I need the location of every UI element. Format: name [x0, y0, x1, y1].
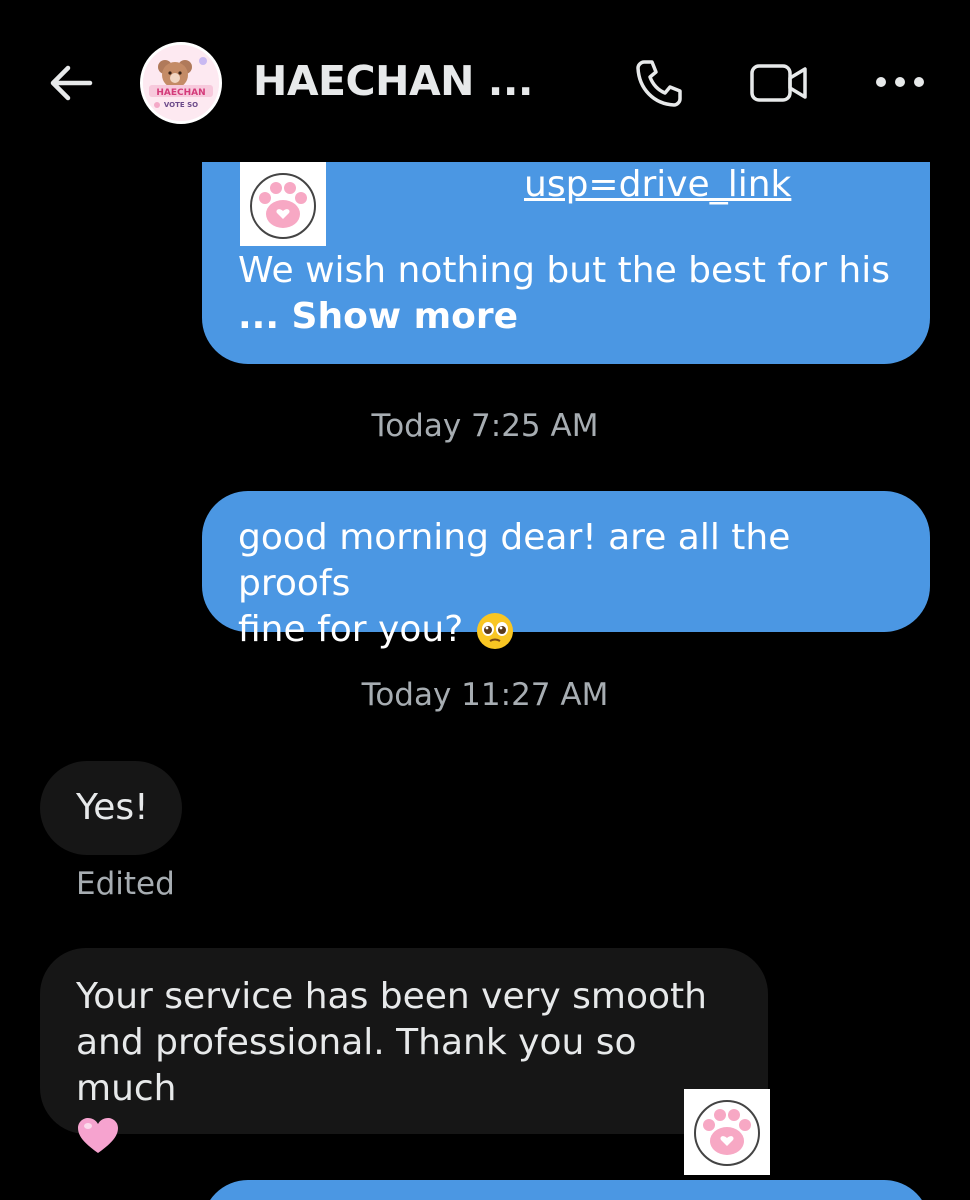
avatar[interactable]: HAECHAN VOTE SO [140, 42, 222, 124]
message-text: Yes! [76, 787, 149, 828]
svg-text:HAECHAN: HAECHAN [156, 88, 205, 98]
timestamp: Today 7:25 AM [371, 408, 599, 444]
show-more-link[interactable]: ... Show more [238, 294, 518, 340]
timestamp: Today 11:27 AM [361, 677, 609, 713]
message-text-line-2: fine for you? [238, 607, 894, 653]
phone-icon [636, 60, 682, 107]
back-arrow-icon [50, 65, 93, 101]
paw-icon [694, 1100, 760, 1166]
received-message-bubble[interactable]: Yes! [40, 761, 182, 855]
paw-icon [250, 173, 316, 239]
pleading-face-emoji-icon [476, 613, 513, 649]
sent-message-bubble[interactable]: good morning dear! are all the proofs fi… [202, 491, 930, 650]
paw-sticker [240, 162, 326, 246]
drive-link[interactable]: usp=drive_link [524, 162, 791, 208]
bear-avatar-icon: HAECHAN VOTE SO [143, 45, 219, 121]
emoji-line [76, 1112, 732, 1158]
message-text: We wish nothing but the best for his [238, 250, 891, 291]
more-options-button[interactable] [872, 64, 928, 100]
edited-label: Edited [76, 866, 175, 902]
message-text-line: Your service has been very smooth [76, 976, 707, 1017]
svg-text:VOTE SO: VOTE SO [164, 101, 198, 109]
sent-message-bubble[interactable] [202, 1180, 930, 1200]
more-dots-icon [876, 77, 924, 87]
message-text-line-2: and professional. Thank you so much [76, 1022, 637, 1109]
message-text-line: good morning dear! are all the proofs [238, 517, 791, 604]
conversation-title[interactable]: HAECHAN ... [253, 57, 534, 105]
video-call-button[interactable] [748, 58, 810, 108]
received-message-bubble[interactable]: Your service has been very smooth and pr… [40, 948, 768, 1153]
message-text: fine for you? [238, 609, 464, 650]
conversation-header: HAECHAN VOTE SO HAECHAN ... [0, 0, 970, 162]
voice-call-button[interactable] [632, 56, 686, 110]
paw-sticker [684, 1089, 770, 1175]
back-button[interactable] [46, 58, 96, 108]
video-camera-icon [750, 64, 807, 102]
pink-heart-emoji-icon [78, 1118, 118, 1153]
